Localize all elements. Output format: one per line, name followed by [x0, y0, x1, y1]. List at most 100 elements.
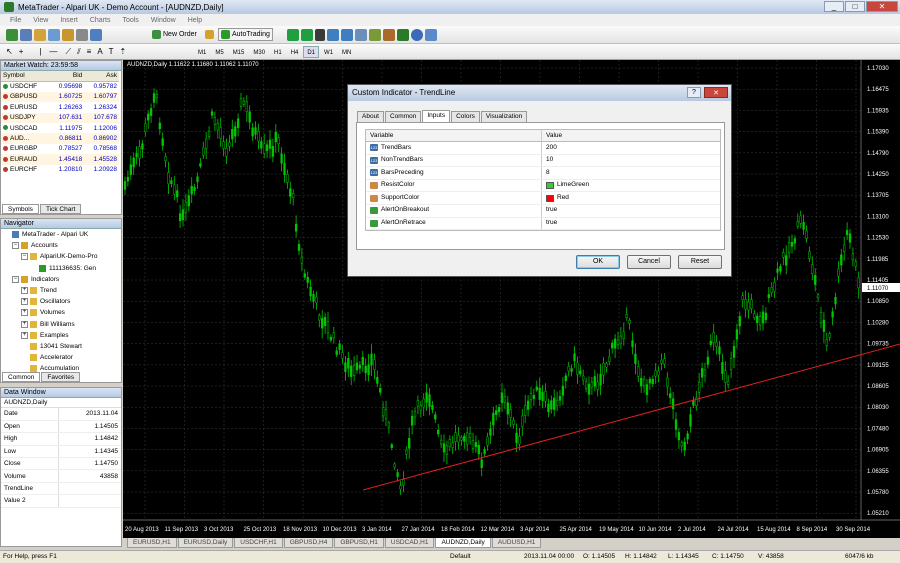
strategy-tester-icon[interactable]	[90, 28, 102, 41]
horizontal-line-icon[interactable]: —	[49, 47, 57, 56]
input-row[interactable]: 123 NonTrendBars 10	[366, 154, 720, 168]
chart-tab[interactable]: EURUSD,Daily	[177, 538, 234, 548]
minimize-button[interactable]: _	[824, 1, 844, 12]
market-watch-row[interactable]: USDJPY 107.631 107.678	[1, 112, 119, 123]
input-row[interactable]: ResistColor LimeGreen	[366, 179, 720, 193]
tf-w1[interactable]: W1	[320, 46, 337, 58]
tf-d1[interactable]: D1	[303, 45, 320, 58]
tree-expander[interactable]: −	[12, 242, 19, 250]
tree-expander[interactable]: −	[12, 275, 19, 283]
tree-expander[interactable]: +	[21, 309, 28, 317]
line-chart-icon[interactable]	[315, 28, 325, 41]
cancel-button[interactable]: Cancel	[627, 255, 671, 269]
tab-symbols[interactable]: Symbols	[2, 204, 39, 214]
metaeditor-button[interactable]	[203, 28, 216, 41]
navigator-item[interactable]: + Bill Williams	[1, 319, 121, 330]
navigator-item[interactable]: 13041 Stewart	[1, 341, 121, 352]
tf-h1[interactable]: H1	[270, 46, 286, 58]
tab-colors[interactable]: Colors	[451, 111, 480, 122]
market-watch-icon[interactable]	[34, 28, 46, 41]
input-row[interactable]: 123 TrendBars 200	[366, 142, 720, 155]
navigator-item[interactable]: + Oscillators	[1, 296, 121, 307]
input-row[interactable]: SupportColor Red	[366, 192, 720, 205]
market-watch-row[interactable]: USDCHF 0.95698 0.95782	[1, 81, 119, 91]
dialog-close-button[interactable]: ✕	[704, 87, 728, 98]
tf-m15[interactable]: M15	[229, 46, 249, 58]
input-row[interactable]: AlertOnRetrace true	[366, 217, 720, 231]
navigator-item[interactable]: + Examples	[1, 330, 121, 341]
ok-button[interactable]: OK	[576, 255, 620, 269]
tab-inputs[interactable]: Inputs	[422, 110, 451, 122]
menu-insert[interactable]: Insert	[54, 17, 84, 24]
menu-help[interactable]: Help	[182, 17, 208, 24]
navigator-icon[interactable]	[62, 28, 74, 41]
input-row[interactable]: 123 BarsPreceding 8	[366, 167, 720, 180]
value-cell[interactable]: 10	[542, 155, 720, 167]
market-watch-row[interactable]: EURUSD 1.26263 1.26324	[1, 102, 119, 112]
arrows-icon[interactable]: ⇡	[120, 47, 127, 56]
col-bid[interactable]: Bid	[49, 71, 85, 82]
value-cell[interactable]: true	[542, 205, 720, 217]
navigator-item[interactable]: + Trend	[1, 285, 121, 296]
value-cell[interactable]: 200	[542, 142, 720, 154]
menu-window[interactable]: Window	[145, 17, 182, 24]
close-button[interactable]: ✕	[866, 1, 898, 12]
market-watch-row[interactable]: EURCHF 1.20810 1.20928	[1, 165, 119, 175]
tree-expander[interactable]: +	[21, 320, 28, 328]
value-cell[interactable]: Red	[542, 192, 720, 204]
candlesticks-icon[interactable]	[301, 28, 313, 41]
tab-common[interactable]: Common	[2, 372, 41, 382]
market-watch-row[interactable]: EURGBP 0.78527 0.78568	[1, 144, 119, 154]
tree-expander[interactable]: +	[21, 331, 28, 339]
trendline-icon[interactable]: ⟋	[65, 47, 71, 57]
tree-expander[interactable]: −	[21, 253, 28, 261]
maximize-button[interactable]: □	[845, 1, 865, 12]
templates-icon[interactable]	[425, 28, 437, 41]
chart-tab[interactable]: GBPUSD,H1	[334, 538, 384, 548]
tab-common[interactable]: Common	[385, 111, 422, 122]
market-watch-row[interactable]: GBPUSD 1.60725 1.60797	[1, 91, 119, 103]
equidistant-channel-icon[interactable]: ⫽	[77, 47, 81, 57]
autotrading-button[interactable]: AutoTrading	[218, 28, 273, 41]
market-watch-row[interactable]: AUD... 0.86811 0.86902	[1, 133, 119, 144]
dialog-help-button[interactable]: ?	[687, 87, 701, 98]
indicators-icon[interactable]	[397, 28, 409, 41]
cursor-icon[interactable]: ↖	[6, 47, 13, 56]
market-watch-row[interactable]: EURAUD 1.45418 1.45528	[1, 154, 119, 165]
chart-tab[interactable]: EURUSD,H1	[127, 538, 177, 548]
value-cell[interactable]: true	[542, 218, 720, 230]
zoom-out-icon[interactable]	[341, 28, 353, 41]
chart-tab[interactable]: GBPUSD,H4	[283, 538, 334, 548]
tab-about[interactable]: About	[357, 111, 384, 122]
chart-shift-icon[interactable]	[383, 28, 395, 41]
navigator-item[interactable]: − AlpariUK-Demo-Pro	[1, 251, 121, 262]
col-symbol[interactable]: Symbol	[1, 71, 50, 82]
profiles-icon[interactable]	[20, 28, 32, 41]
tile-windows-icon[interactable]	[355, 28, 367, 41]
menu-charts[interactable]: Charts	[84, 17, 117, 24]
autoscroll-icon[interactable]	[369, 28, 381, 41]
chart-tab[interactable]: AUDUSD,H1	[491, 538, 542, 548]
navigator-item[interactable]: − Indicators	[1, 274, 121, 285]
tab-tick-chart[interactable]: Tick Chart	[39, 204, 82, 214]
periods-icon[interactable]	[411, 28, 423, 41]
value-cell[interactable]: 8	[542, 167, 720, 179]
tab-favorites[interactable]: Favorites	[41, 372, 81, 382]
chart-tab[interactable]: USDCAD,H1	[384, 538, 435, 548]
new-order-button[interactable]: New Order	[150, 28, 199, 41]
tf-m1[interactable]: M1	[194, 46, 210, 58]
navigator-item[interactable]: + Volumes	[1, 307, 121, 318]
navigator-item[interactable]: Accelerator	[1, 352, 121, 363]
tab-visualization[interactable]: Visualization	[480, 111, 528, 122]
label-icon[interactable]: T	[109, 47, 114, 56]
menu-file[interactable]: File	[4, 17, 27, 24]
navigator-item[interactable]: − Accounts	[1, 240, 121, 251]
fibonacci-icon[interactable]: ≡	[87, 47, 92, 56]
tf-mn[interactable]: MN	[338, 46, 355, 58]
tree-expander[interactable]: +	[21, 298, 28, 306]
reset-button[interactable]: Reset	[678, 255, 722, 269]
text-icon[interactable]: A	[97, 47, 102, 56]
terminal-icon[interactable]	[76, 28, 88, 41]
chart-tab-active[interactable]: AUDNZD,Daily	[435, 538, 491, 548]
menu-tools[interactable]: Tools	[116, 17, 144, 24]
